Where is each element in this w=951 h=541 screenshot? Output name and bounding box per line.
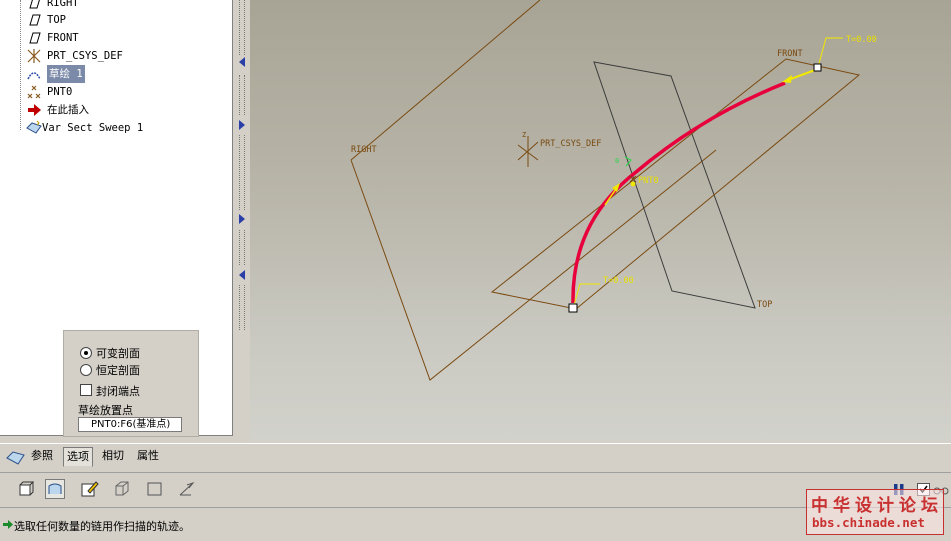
t-end-label: T=0.00	[846, 35, 877, 45]
csys-label: PRT_CSYS_DEF	[540, 139, 601, 149]
t-start-leader	[573, 283, 600, 306]
datum-plane-icon	[29, 32, 41, 44]
variable-section-radio[interactable]	[80, 347, 92, 359]
sketch-section-icon	[81, 481, 99, 497]
watermark-title: 中华设计论坛	[811, 496, 943, 516]
dashboard-tab-bar: 参照 选项 相切 属性	[0, 443, 951, 470]
solid-icon	[19, 481, 35, 496]
splitter-grip	[239, 75, 245, 115]
sketch-section-button[interactable]	[79, 479, 99, 499]
trajectory-end-arrow-icon[interactable]	[782, 69, 816, 83]
tree-connector-line	[20, 0, 21, 130]
expand-right-icon[interactable]	[238, 120, 246, 130]
surface-icon	[48, 483, 62, 494]
panel-splitter[interactable]	[233, 0, 250, 440]
right-plane-label: RIGHT	[351, 145, 377, 155]
remove-material-button[interactable]	[112, 479, 132, 499]
datum-plane-icon	[29, 14, 41, 26]
top-plane-label: TOP	[757, 300, 772, 310]
solid-button[interactable]	[15, 479, 35, 499]
direction-icon	[179, 481, 195, 496]
tree-item-label: PNT0	[47, 86, 73, 98]
thicken-button[interactable]	[145, 479, 165, 499]
watermark-logo: 中华设计论坛 bbs.chinade.net	[806, 489, 944, 535]
tab-options[interactable]: 选项	[63, 447, 93, 467]
sketch-placement-label: 草绘放置点	[78, 404, 133, 417]
origin-indicator-mark: 0	[615, 157, 619, 165]
insert-here-arrow-icon	[28, 104, 41, 116]
datum-point-icon	[27, 85, 41, 99]
options-panel: 可变剖面 恒定剖面 封闭端点 草绘放置点 PNT0:F6(基准点)	[63, 330, 199, 437]
watermark-url: bbs.chinade.net	[812, 515, 925, 530]
tab-references[interactable]: 参照	[28, 447, 56, 465]
csys-z-label: Z	[522, 131, 526, 139]
trajectory-start-arrow-icon[interactable]	[604, 183, 620, 206]
expand-right-icon[interactable]	[238, 214, 246, 224]
t-end-leader	[817, 37, 843, 68]
tree-item-label: PRT_CSYS_DEF	[47, 50, 123, 62]
tab-tangency[interactable]: 相切	[99, 447, 127, 465]
message-arrow-icon	[3, 520, 13, 529]
closed-ends-checkbox[interactable]	[80, 384, 92, 396]
coordinate-system-icon	[27, 49, 41, 63]
right-datum-plane[interactable]	[350, 0, 717, 381]
tab-properties[interactable]: 属性	[134, 447, 162, 465]
pnt0-label: PNT0	[638, 176, 658, 186]
surface-button[interactable]	[45, 479, 65, 499]
constant-section-label: 恒定剖面	[96, 364, 140, 377]
front-plane-label: FRONT	[777, 49, 803, 59]
closed-ends-label: 封闭端点	[96, 385, 140, 398]
trajectory-start-handle[interactable]	[568, 303, 578, 313]
graphics-viewport[interactable]: RIGHT TOP FRONT PRT_CSYS_DEF Z 0 PNT0 T=…	[250, 0, 951, 441]
splitter-grip	[239, 0, 245, 55]
tree-item-label: Var Sect Sweep 1	[42, 122, 144, 134]
tree-item-label: 在此插入	[47, 104, 89, 116]
datum-plane-icon	[29, 0, 40, 9]
csys-symbol[interactable]	[517, 136, 539, 167]
sweep-feature-icon	[6, 451, 25, 465]
splitter-grip	[239, 230, 245, 265]
thicken-icon	[147, 482, 162, 496]
front-datum-plane[interactable]	[490, 58, 861, 310]
direction-button[interactable]	[177, 479, 197, 499]
constant-section-radio[interactable]	[80, 364, 92, 376]
status-message: 选取任何数量的链用作扫描的轨迹。	[14, 520, 190, 533]
sweep-trajectory[interactable]	[571, 81, 786, 304]
collapse-left-icon[interactable]	[238, 270, 246, 280]
collapse-left-icon[interactable]	[238, 57, 246, 67]
tree-item-label: 草绘 1	[47, 65, 85, 83]
trajectory-end-handle[interactable]	[813, 63, 822, 72]
tree-item-label: FRONT	[47, 32, 79, 44]
remove-material-icon	[115, 481, 129, 496]
sketch-placement-field[interactable]: PNT0:F6(基准点)	[78, 417, 182, 432]
sketch-icon	[27, 72, 41, 80]
splitter-grip	[239, 135, 245, 210]
sweep-feature-icon	[26, 120, 42, 134]
tree-item-label: TOP	[47, 14, 66, 26]
variable-section-label: 可变剖面	[96, 347, 140, 360]
splitter-grip	[239, 285, 245, 330]
t-start-label: T=0.00	[603, 276, 634, 286]
model-graphics: RIGHT TOP FRONT PRT_CSYS_DEF Z 0 PNT0 T=…	[350, 0, 877, 381]
